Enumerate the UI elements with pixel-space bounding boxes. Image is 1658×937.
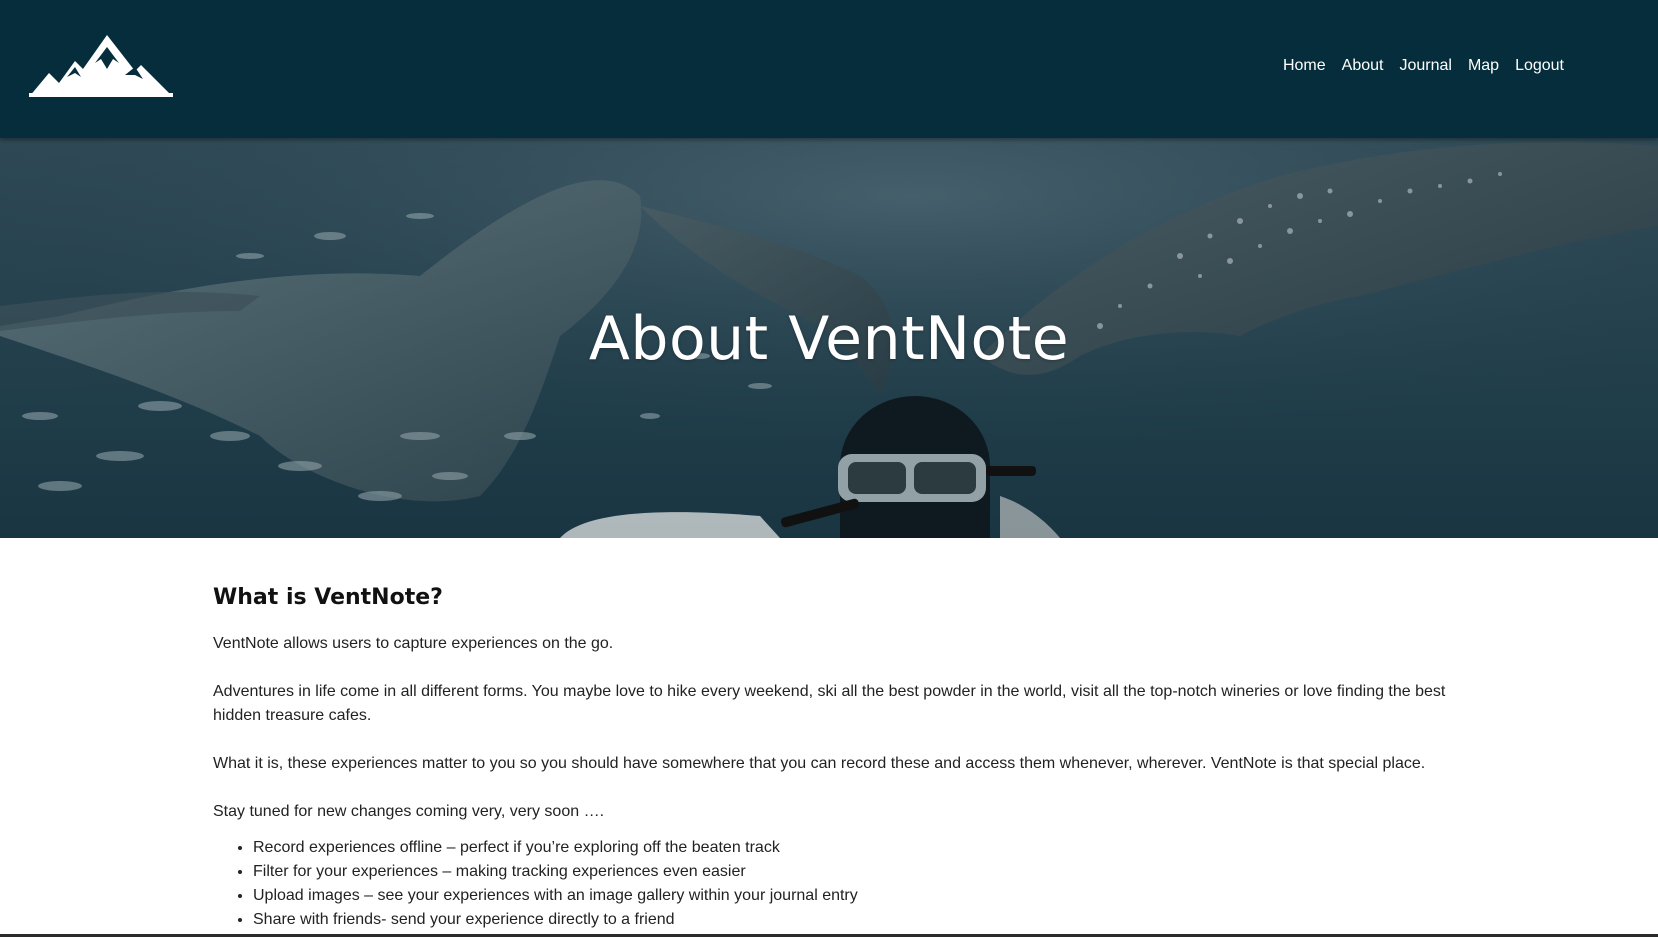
nav-logout-link[interactable]: Logout — [1507, 56, 1572, 76]
nav-journal-link[interactable]: Journal — [1391, 56, 1459, 76]
list-item: Share with friends- send your experience… — [253, 908, 1453, 932]
adventures-paragraph: Adventures in life come in all different… — [213, 683, 1446, 724]
list-item: Upload images – see your experiences wit… — [253, 884, 1453, 908]
list-item: Record experiences offline – perfect if … — [253, 836, 1453, 860]
hero-banner: About VentNote — [0, 136, 1658, 538]
mountain-logo-icon[interactable] — [27, 33, 175, 98]
about-content: What is VentNote? VentNote allows users … — [213, 585, 1453, 932]
site-header: Home About Journal Map Logout — [0, 0, 1658, 138]
experiences-paragraph: What it is, these experiences matter to … — [213, 755, 1426, 772]
stay-tuned-paragraph: Stay tuned for new changes coming very, … — [213, 803, 605, 820]
section-heading: What is VentNote? — [213, 585, 443, 610]
nav-about-link[interactable]: About — [1334, 56, 1392, 76]
main-nav: Home About Journal Map Logout — [1275, 56, 1572, 76]
hero-title: About VentNote — [588, 304, 1070, 374]
intro-paragraph: VentNote allows users to capture experie… — [213, 635, 614, 652]
page: Home About Journal Map Logout About Vent… — [0, 0, 1658, 937]
upcoming-features-list: Record experiences offline – perfect if … — [213, 836, 1453, 932]
nav-home-link[interactable]: Home — [1275, 56, 1334, 76]
list-item: Filter for your experiences – making tra… — [253, 860, 1453, 884]
nav-map-link[interactable]: Map — [1460, 56, 1507, 76]
